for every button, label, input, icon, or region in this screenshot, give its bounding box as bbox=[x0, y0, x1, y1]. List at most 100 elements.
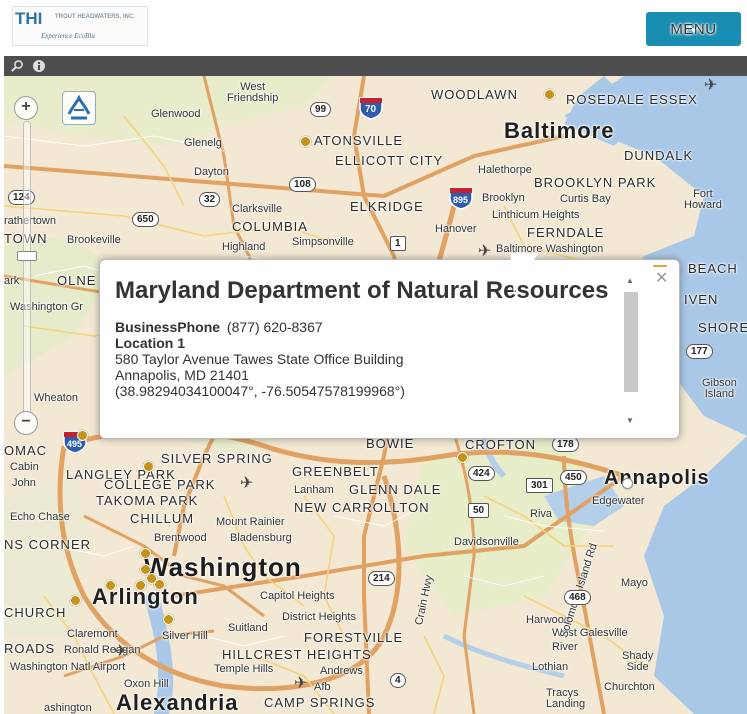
map-view[interactable]: West Friendship WOODLAWN ROSEDALE ESSEX … bbox=[4, 76, 747, 714]
location-marker[interactable] bbox=[135, 580, 146, 591]
zoom-control: + − bbox=[6, 91, 46, 435]
map-label-fort-howard: Fort Howard bbox=[684, 188, 722, 211]
zoom-slider-thumb[interactable] bbox=[17, 251, 37, 261]
popup-phone-row: BusinessPhone (877) 620-8367 bbox=[115, 319, 620, 335]
close-icon[interactable]: ✕ bbox=[655, 268, 668, 288]
map-label-andrews: Andrews bbox=[320, 665, 363, 677]
location-marker[interactable] bbox=[457, 452, 468, 463]
map-label-afb: Afb bbox=[314, 681, 331, 693]
map-label-brooklyn-park: BROOKLYN PARK bbox=[534, 175, 657, 190]
map-label-olney: OLNE bbox=[57, 273, 97, 288]
map-label-highland: Highland bbox=[222, 241, 266, 253]
location-marker[interactable] bbox=[140, 564, 151, 575]
map-label-riva: Riva bbox=[530, 508, 553, 520]
map-label-atonsville: ATONSVILLE bbox=[314, 133, 403, 148]
map-label-claremont: Claremont bbox=[67, 628, 118, 640]
info-icon[interactable] bbox=[32, 59, 46, 73]
map-label-cabin: Cabin bbox=[10, 461, 39, 473]
scrollbar-thumb[interactable] bbox=[624, 292, 638, 392]
map-label-roads: ROADS bbox=[4, 641, 56, 656]
map-label-echo-chase: Echo Chase bbox=[10, 511, 70, 523]
map-label-district-heights: District Heights bbox=[282, 611, 356, 623]
zoom-slider-track[interactable] bbox=[23, 121, 31, 423]
map-label-brookeville: Brookeville bbox=[67, 234, 121, 246]
map-label-gibson-island: Gibson Island bbox=[702, 377, 737, 400]
logo-tagline: Experience EcoBlu bbox=[41, 32, 95, 40]
map-label-iven: IVEN bbox=[684, 292, 719, 307]
route-shield-468: 468 bbox=[564, 590, 591, 605]
map-label-mayo: Mayo bbox=[621, 577, 648, 589]
popup-address-line2: Annapolis, MD 21401 bbox=[115, 367, 249, 383]
popup-phone-label: BusinessPhone bbox=[115, 319, 221, 335]
route-shield-50: 50 bbox=[468, 503, 490, 518]
selected-location-marker[interactable] bbox=[622, 478, 633, 489]
map-label-oxon-hill: Oxon Hill bbox=[124, 678, 169, 690]
route-shield-32: 32 bbox=[199, 192, 221, 207]
menu-label: MENU bbox=[670, 20, 717, 38]
map-label-lanham: Lanham bbox=[294, 484, 334, 496]
map-label-takoma-park: TAKOMA PARK bbox=[96, 493, 199, 508]
popup-address-line1: 580 Taylor Avenue Tawes State Office Bui… bbox=[115, 351, 404, 367]
interstate-70-label: 70 bbox=[365, 104, 377, 115]
map-label-washington: Washington bbox=[144, 552, 302, 582]
map-label-ashington: ashington bbox=[44, 702, 92, 714]
location-marker[interactable] bbox=[70, 595, 81, 606]
map-label-hanover: Hanover bbox=[435, 223, 477, 235]
map-toolbar bbox=[4, 56, 747, 76]
map-label-glenelg: Glenelg bbox=[184, 137, 222, 149]
search-icon[interactable] bbox=[10, 59, 24, 73]
map-label-lothian: Lothian bbox=[532, 661, 569, 673]
map-label-suitland: Suitland bbox=[228, 622, 268, 634]
map-label-glenn-dale: GLENN DALE bbox=[349, 482, 442, 497]
location-marker[interactable] bbox=[154, 579, 165, 590]
thi-logo[interactable]: THI TROUT HEADWATERS, INC. Experience Ec… bbox=[12, 6, 148, 46]
route-shield-450: 450 bbox=[560, 470, 587, 485]
popup-phone-value: (877) 620-8367 bbox=[226, 319, 323, 335]
map-label-forestville: FORESTVILLE bbox=[304, 630, 404, 645]
location-marker[interactable] bbox=[140, 548, 151, 559]
popup-maximize-icon[interactable] bbox=[653, 265, 667, 267]
map-label-churchton: Churchton bbox=[604, 681, 655, 693]
location-marker[interactable] bbox=[143, 461, 154, 472]
layers-icon bbox=[67, 94, 91, 120]
location-marker[interactable] bbox=[544, 89, 555, 100]
location-marker[interactable] bbox=[300, 136, 311, 147]
interstate-895-label: 895 bbox=[453, 195, 469, 205]
map-label-brooklyn: Brooklyn bbox=[482, 192, 525, 204]
map-label-tracys-landing: Tracys Landing bbox=[546, 687, 586, 710]
map-label-ferndale: FERNDALE bbox=[527, 225, 605, 240]
map-label-river: River bbox=[552, 641, 578, 653]
map-label-crofton: CROFTON bbox=[465, 437, 537, 452]
map-label-silver-spring: SILVER SPRING bbox=[161, 451, 273, 466]
popup-scrollbar[interactable]: ▲ ▼ bbox=[620, 270, 638, 430]
info-popup[interactable]: Maryland Department of Natural Resources… bbox=[99, 259, 680, 439]
location-marker[interactable] bbox=[163, 614, 174, 625]
app-header: THI TROUT HEADWATERS, INC. Experience Ec… bbox=[0, 0, 747, 54]
scroll-down-icon[interactable]: ▼ bbox=[626, 416, 634, 425]
map-label-glenwood: Glenwood bbox=[151, 108, 201, 120]
map-label-simpsonville: Simpsonville bbox=[292, 236, 354, 248]
map-label-edgewater: Edgewater bbox=[592, 495, 645, 507]
airport-icon: ✈ bbox=[478, 243, 492, 260]
scroll-up-icon[interactable]: ▲ bbox=[626, 276, 634, 285]
zoom-out-button[interactable]: − bbox=[14, 411, 38, 435]
map-label-west-friendship: West Friendship bbox=[227, 81, 279, 104]
map-label-chillum: CHILLUM bbox=[130, 511, 195, 526]
map-label-brentwood: Brentwood bbox=[154, 532, 207, 544]
map-label-rosedale-essex: ROSEDALE ESSEX bbox=[566, 92, 698, 107]
map-label-mount-rainier: Mount Rainier bbox=[216, 516, 285, 528]
map-label-beach: BEACH bbox=[688, 261, 738, 276]
map-label-john: John bbox=[12, 477, 36, 489]
map-label-omac: OMAC bbox=[4, 443, 47, 458]
route-shield-214: 214 bbox=[368, 571, 395, 586]
map-label-camp-springs: CAMP SPRINGS bbox=[264, 695, 376, 710]
location-marker[interactable] bbox=[77, 430, 88, 441]
logo-mark: THI bbox=[15, 9, 43, 28]
menu-button[interactable]: MENU bbox=[646, 12, 741, 46]
basemap-toggle-button[interactable] bbox=[62, 91, 96, 125]
location-marker[interactable] bbox=[105, 580, 116, 591]
logo-company-name: TROUT HEADWATERS, INC. bbox=[55, 14, 135, 20]
route-shield-178: 178 bbox=[552, 437, 579, 452]
route-shield-301: 301 bbox=[526, 478, 553, 493]
zoom-in-button[interactable]: + bbox=[14, 96, 38, 120]
